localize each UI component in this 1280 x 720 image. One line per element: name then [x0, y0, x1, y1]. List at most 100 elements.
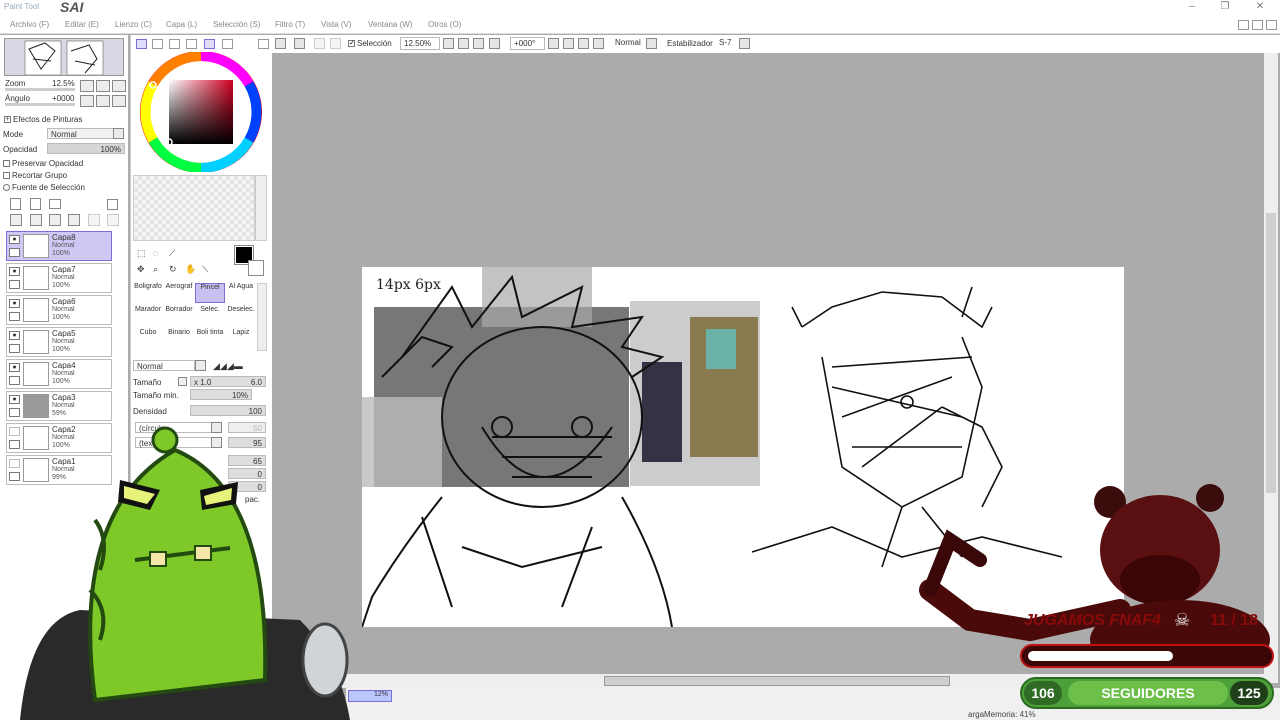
- scratchpad-scrollbar[interactable]: [255, 175, 267, 241]
- nav-rotate-reset-button[interactable]: [112, 95, 126, 107]
- nav-rotate-right-button[interactable]: [96, 95, 110, 107]
- apply-mask-icon[interactable]: [88, 214, 100, 226]
- layer-row[interactable]: ● Capa6 Normal 100%: [6, 295, 112, 325]
- hand-tool-icon[interactable]: ✋: [185, 264, 196, 275]
- layer-row[interactable]: ● Capa7 Normal 100%: [6, 263, 112, 293]
- nav-zoom-out-button[interactable]: [80, 80, 94, 92]
- layer-mode-dropdown-button[interactable]: [113, 128, 124, 139]
- lock-toggle[interactable]: [9, 376, 20, 385]
- crop-button[interactable]: [314, 38, 325, 49]
- brush-shape-icons[interactable]: ◢◢◢▬: [213, 361, 243, 372]
- rotate-reset-button[interactable]: [578, 38, 589, 49]
- selection-checkbox[interactable]: ✓ Selección: [348, 39, 392, 48]
- brush-blend-dropdown[interactable]: [195, 360, 206, 371]
- panel-toggle-button[interactable]: [1252, 20, 1263, 30]
- tool-binario[interactable]: Binario: [164, 329, 194, 349]
- merge-down-icon[interactable]: [30, 214, 42, 226]
- scratchpad-tab[interactable]: [204, 39, 215, 49]
- menu-capa[interactable]: Capa (L): [166, 20, 197, 29]
- transfer-down-icon[interactable]: [10, 214, 22, 226]
- vertical-scroll-thumb[interactable]: [1266, 213, 1276, 493]
- menu-filtro[interactable]: Filtro (T): [275, 20, 305, 29]
- rotate-tool-icon[interactable]: ↻: [169, 264, 177, 275]
- zoom-tool-icon[interactable]: ⌕: [153, 264, 158, 275]
- layer-mask-icon[interactable]: [107, 199, 118, 210]
- color-wheel[interactable]: [137, 52, 265, 172]
- eye-icon[interactable]: ●: [9, 363, 20, 372]
- rotate-left-button[interactable]: [548, 38, 559, 49]
- rgb-slider-tab[interactable]: [152, 39, 163, 49]
- zoom-reset-button[interactable]: [489, 38, 500, 49]
- layer-row[interactable]: ● Capa8 Normal 100%: [6, 231, 112, 261]
- tool-seleccion[interactable]: Selec.: [195, 306, 225, 326]
- close-button[interactable]: ✕: [1250, 1, 1270, 15]
- menu-lienzo[interactable]: Lienzo (C): [115, 20, 152, 29]
- hsv-slider-tab[interactable]: [169, 39, 180, 49]
- rotate-right-button[interactable]: [563, 38, 574, 49]
- tool-borrador[interactable]: Borrador: [164, 306, 194, 326]
- blend-mode-dropdown-button[interactable]: [646, 38, 657, 49]
- menu-ventana[interactable]: Ventana (W): [368, 20, 412, 29]
- resize-button[interactable]: [330, 38, 341, 49]
- angle-field[interactable]: +000°: [510, 37, 545, 50]
- delete-mask-icon[interactable]: [107, 214, 119, 226]
- layer-row[interactable]: ● Capa3 Normal 59%: [6, 391, 112, 421]
- stabilizer-dropdown-button[interactable]: [739, 38, 750, 49]
- color-scratchpad[interactable]: [133, 175, 255, 241]
- stabilizer-select[interactable]: S-7: [716, 37, 736, 50]
- panel-collapse-button[interactable]: [258, 39, 269, 49]
- lock-toggle[interactable]: [9, 344, 20, 353]
- layer-mode-select[interactable]: Normal: [47, 128, 117, 139]
- tool-cubo[interactable]: Cubo: [133, 329, 163, 349]
- lock-toggle[interactable]: [9, 312, 20, 321]
- menu-seleccion[interactable]: Selección (S): [213, 20, 261, 29]
- tool-deseleccion[interactable]: Deselec.: [226, 306, 256, 326]
- new-folder-icon[interactable]: [49, 199, 61, 209]
- eye-icon[interactable]: ●: [9, 267, 20, 276]
- preserve-opacity-checkbox[interactable]: Preservar Opacidad: [3, 159, 83, 168]
- zoom-out-button[interactable]: [443, 38, 454, 49]
- nav-zoom-reset-button[interactable]: [112, 80, 126, 92]
- minimize-button[interactable]: –: [1182, 1, 1202, 15]
- new-layer-icon[interactable]: [10, 198, 21, 210]
- color-picker-tab[interactable]: [222, 39, 233, 49]
- lasso-icon[interactable]: ◌: [153, 248, 158, 258]
- menu-archivo[interactable]: Archivo (F): [10, 20, 49, 29]
- blend-mode-select[interactable]: Normal: [612, 37, 644, 50]
- paint-effects-toggle[interactable]: + Efectos de Pinturas: [4, 115, 82, 124]
- clip-group-checkbox[interactable]: Recortar Grupo: [3, 171, 67, 180]
- menu-editar[interactable]: Editar (E): [65, 20, 99, 29]
- swatches-tab[interactable]: [186, 39, 197, 49]
- nav-zoom-in-button[interactable]: [96, 80, 110, 92]
- tool-pincel[interactable]: Pincel: [195, 283, 225, 303]
- color-wheel-tab[interactable]: [136, 39, 147, 49]
- menu-vista[interactable]: Vista (V): [321, 20, 352, 29]
- magic-wand-icon[interactable]: ⟋: [169, 248, 175, 259]
- zoom-field[interactable]: 12.50%: [400, 37, 440, 50]
- eye-icon[interactable]: ●: [9, 331, 20, 340]
- density-slider[interactable]: 100: [190, 405, 266, 416]
- maximize-button[interactable]: ❐: [1215, 1, 1235, 15]
- merge-visible-icon[interactable]: [49, 214, 61, 226]
- eyedropper-icon[interactable]: ⟍: [202, 264, 208, 275]
- tool-lapiz[interactable]: Lapiz: [226, 329, 256, 349]
- layer-row[interactable]: ● Capa5 Normal 100%: [6, 327, 112, 357]
- nav-rotate-left-button[interactable]: [80, 95, 94, 107]
- tool-boli-tinta[interactable]: Boli tinta: [195, 329, 225, 349]
- navigator-thumbnail[interactable]: [4, 38, 124, 76]
- brush-blend-select[interactable]: Normal: [133, 360, 195, 371]
- horizontal-scroll-thumb[interactable]: [604, 676, 950, 686]
- size-multiplier-button[interactable]: [178, 377, 187, 386]
- zoom-slider[interactable]: [5, 88, 75, 91]
- selection-source-radio[interactable]: Fuente de Selección: [3, 183, 85, 192]
- lock-toggle[interactable]: [9, 408, 20, 417]
- invert-selection-button[interactable]: [294, 38, 305, 49]
- tool-aerografo[interactable]: Aerograf: [164, 283, 194, 303]
- pen-icon[interactable]: [9, 248, 20, 257]
- tool-al-agua[interactable]: Al Agua: [226, 283, 256, 303]
- size-slider[interactable]: x 1.0 6.0: [190, 376, 266, 387]
- menu-otros[interactable]: Otros (O): [428, 20, 461, 29]
- zoom-in-button[interactable]: [458, 38, 469, 49]
- new-linework-layer-icon[interactable]: [30, 198, 41, 210]
- flip-button[interactable]: [593, 38, 604, 49]
